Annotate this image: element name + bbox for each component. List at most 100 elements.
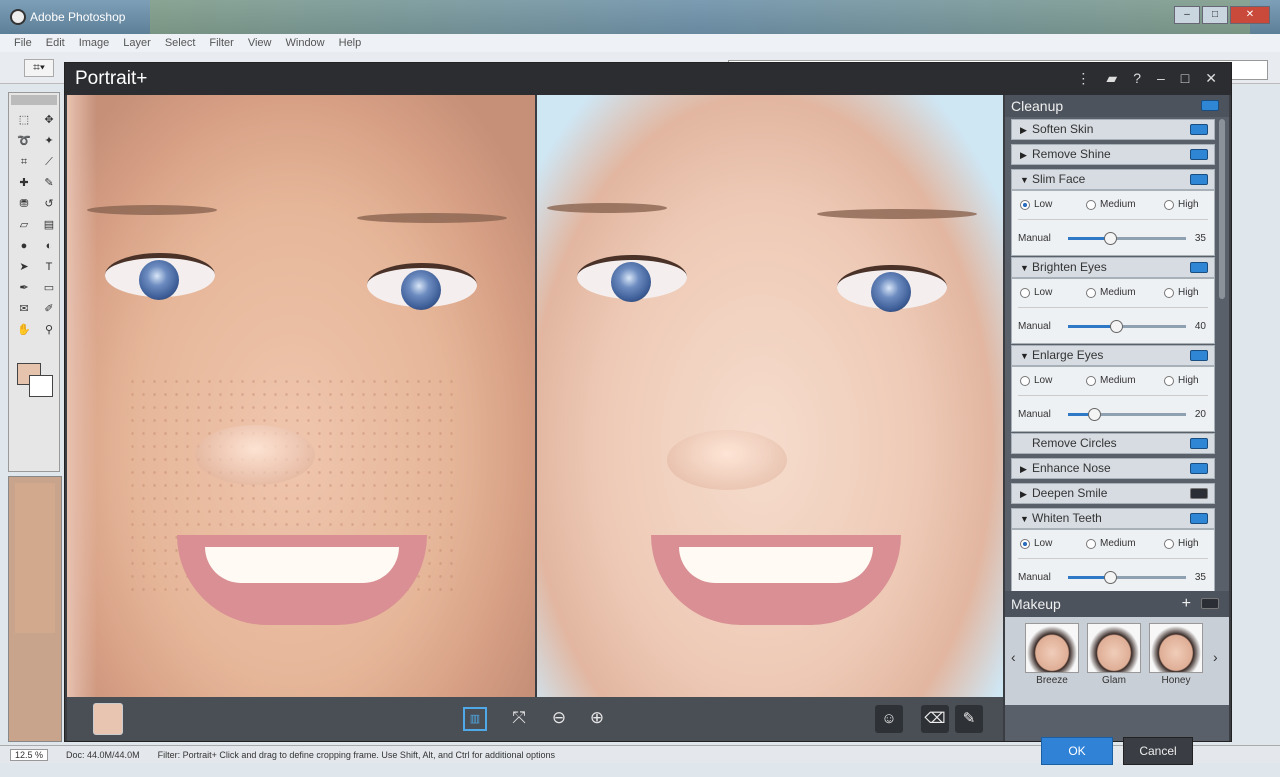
soften-skin-item[interactable]: ▶ Soften Skin	[1011, 119, 1215, 140]
zoom-level[interactable]: 12.5 %	[10, 748, 49, 761]
type-icon[interactable]: T	[38, 258, 60, 276]
move-tool-icon[interactable]: ✥	[38, 111, 60, 129]
whiten-teeth-slider[interactable]	[1068, 571, 1186, 584]
minimize-icon[interactable]: –	[1157, 70, 1165, 87]
lasso-tool-icon[interactable]: ➰	[13, 132, 35, 150]
add-makeup-icon[interactable]: +	[1182, 591, 1191, 617]
eyedropper-icon[interactable]: ✐	[38, 300, 60, 318]
menu-edit[interactable]: Edit	[46, 37, 65, 49]
slider-knob[interactable]	[1110, 320, 1123, 333]
preset-breeze[interactable]: Breeze	[1025, 623, 1079, 686]
whiten-teeth-high-radio[interactable]: High	[1164, 538, 1199, 549]
zoom-in-icon[interactable]: ⊕	[585, 707, 609, 731]
remove-circles-item[interactable]: Remove Circles	[1011, 433, 1215, 454]
gradient-icon[interactable]: ▤	[38, 216, 60, 234]
menu-select[interactable]: Select	[165, 37, 196, 49]
enlarge-eyes-toggle[interactable]	[1190, 350, 1208, 361]
slim-face-item[interactable]: ▼ Slim Face	[1011, 169, 1215, 190]
menu-image[interactable]: Image	[79, 37, 110, 49]
shape-icon[interactable]: ▭	[38, 279, 60, 297]
brighten-eyes-item[interactable]: ▼ Brighten Eyes	[1011, 257, 1215, 278]
remove-circles-toggle[interactable]	[1190, 438, 1208, 449]
zoom-icon[interactable]: ⚲	[38, 321, 60, 339]
preset-honey[interactable]: Honey	[1149, 623, 1203, 686]
enlarge-eyes-slider[interactable]	[1068, 408, 1186, 421]
slim-face-high-radio[interactable]: High	[1164, 199, 1199, 210]
blur-icon[interactable]: ●	[13, 237, 35, 255]
slim-face-low-radio[interactable]: Low	[1020, 199, 1052, 210]
menu-layer[interactable]: Layer	[123, 37, 151, 49]
before-photo[interactable]	[67, 95, 535, 697]
menu-help[interactable]: Help	[339, 37, 362, 49]
chat-icon[interactable]: ▰	[1106, 70, 1117, 87]
whiten-teeth-item[interactable]: ▼ Whiten Teeth	[1011, 508, 1215, 529]
cancel-button[interactable]: Cancel	[1123, 737, 1193, 765]
whiten-teeth-toggle[interactable]	[1190, 513, 1208, 524]
deepen-smile-item[interactable]: ▶ Deepen Smile	[1011, 483, 1215, 504]
crop-tool-icon[interactable]: ⌗▾	[24, 59, 54, 77]
face-thumbnail[interactable]	[93, 703, 123, 735]
brighten-eyes-slider[interactable]	[1068, 320, 1186, 333]
brighten-eyes-high-radio[interactable]: High	[1164, 287, 1199, 298]
remove-shine-toggle[interactable]	[1190, 149, 1208, 160]
slim-face-medium-radio[interactable]: Medium	[1086, 199, 1136, 210]
close-icon[interactable]: ✕	[1230, 6, 1270, 24]
remove-shine-item[interactable]: ▶ Remove Shine	[1011, 144, 1215, 165]
hand-icon[interactable]: ✋	[13, 321, 35, 339]
menu-icon[interactable]: ⋮	[1076, 70, 1090, 87]
notes-icon[interactable]: ✉	[13, 300, 35, 318]
slice-icon[interactable]: ⟋	[38, 153, 60, 171]
deepen-smile-toggle[interactable]	[1190, 488, 1208, 499]
enhance-nose-item[interactable]: ▶ Enhance Nose	[1011, 458, 1215, 479]
after-photo[interactable]	[537, 95, 1003, 697]
ok-button[interactable]: OK	[1041, 737, 1113, 765]
brush-icon[interactable]: ✎	[955, 705, 983, 733]
panel-scrollbar[interactable]	[1219, 119, 1225, 299]
brighten-eyes-medium-radio[interactable]: Medium	[1086, 287, 1136, 298]
healing-icon[interactable]: ✚	[13, 174, 35, 192]
slider-knob[interactable]	[1104, 571, 1117, 584]
soften-skin-toggle[interactable]	[1190, 124, 1208, 135]
pen-icon[interactable]: ✒	[13, 279, 35, 297]
background-color-swatch[interactable]	[29, 375, 53, 397]
menu-filter[interactable]: Filter	[209, 37, 233, 49]
crop-icon[interactable]: ⌗	[13, 153, 35, 171]
makeup-toggle[interactable]	[1201, 598, 1219, 609]
menu-window[interactable]: Window	[286, 37, 325, 49]
close-icon[interactable]: ✕	[1205, 70, 1217, 87]
zoom-out-icon[interactable]: ⊖	[547, 707, 571, 731]
maximize-icon[interactable]: □	[1202, 6, 1228, 24]
enlarge-eyes-item[interactable]: ▼ Enlarge Eyes	[1011, 345, 1215, 366]
maximize-icon[interactable]: □	[1181, 70, 1189, 87]
menu-file[interactable]: File	[14, 37, 32, 49]
path-select-icon[interactable]: ➤	[13, 258, 35, 276]
marquee-tool-icon[interactable]: ⬚	[13, 111, 35, 129]
slider-knob[interactable]	[1104, 232, 1117, 245]
help-icon[interactable]: ?	[1133, 70, 1141, 87]
chevron-left-icon[interactable]: ‹	[1011, 649, 1016, 665]
dodge-icon[interactable]: ◐	[38, 237, 60, 255]
slim-face-toggle[interactable]	[1190, 174, 1208, 185]
whiten-teeth-medium-radio[interactable]: Medium	[1086, 538, 1136, 549]
enhance-nose-toggle[interactable]	[1190, 463, 1208, 474]
slim-face-slider[interactable]	[1068, 232, 1186, 245]
brighten-eyes-low-radio[interactable]: Low	[1020, 287, 1052, 298]
whiten-teeth-low-radio[interactable]: Low	[1020, 538, 1052, 549]
enlarge-eyes-medium-radio[interactable]: Medium	[1086, 375, 1136, 386]
split-view-icon[interactable]: ▥	[463, 707, 487, 731]
history-brush-icon[interactable]: ↺	[38, 195, 60, 213]
brush-icon[interactable]: ✎	[38, 174, 60, 192]
eraser-icon[interactable]: ⌫	[921, 705, 949, 733]
menu-view[interactable]: View	[248, 37, 272, 49]
face-detect-icon[interactable]: ☺	[875, 705, 903, 733]
fit-screen-icon[interactable]: ⤧	[507, 707, 531, 731]
chevron-right-icon[interactable]: ›	[1213, 649, 1218, 665]
brighten-eyes-toggle[interactable]	[1190, 262, 1208, 273]
stamp-icon[interactable]: ⛃	[13, 195, 35, 213]
preset-glam[interactable]: Glam	[1087, 623, 1141, 686]
enlarge-eyes-high-radio[interactable]: High	[1164, 375, 1199, 386]
cleanup-toggle[interactable]	[1201, 100, 1219, 111]
enlarge-eyes-low-radio[interactable]: Low	[1020, 375, 1052, 386]
toolbox-grip[interactable]	[11, 95, 57, 105]
eraser-icon[interactable]: ▱	[13, 216, 35, 234]
